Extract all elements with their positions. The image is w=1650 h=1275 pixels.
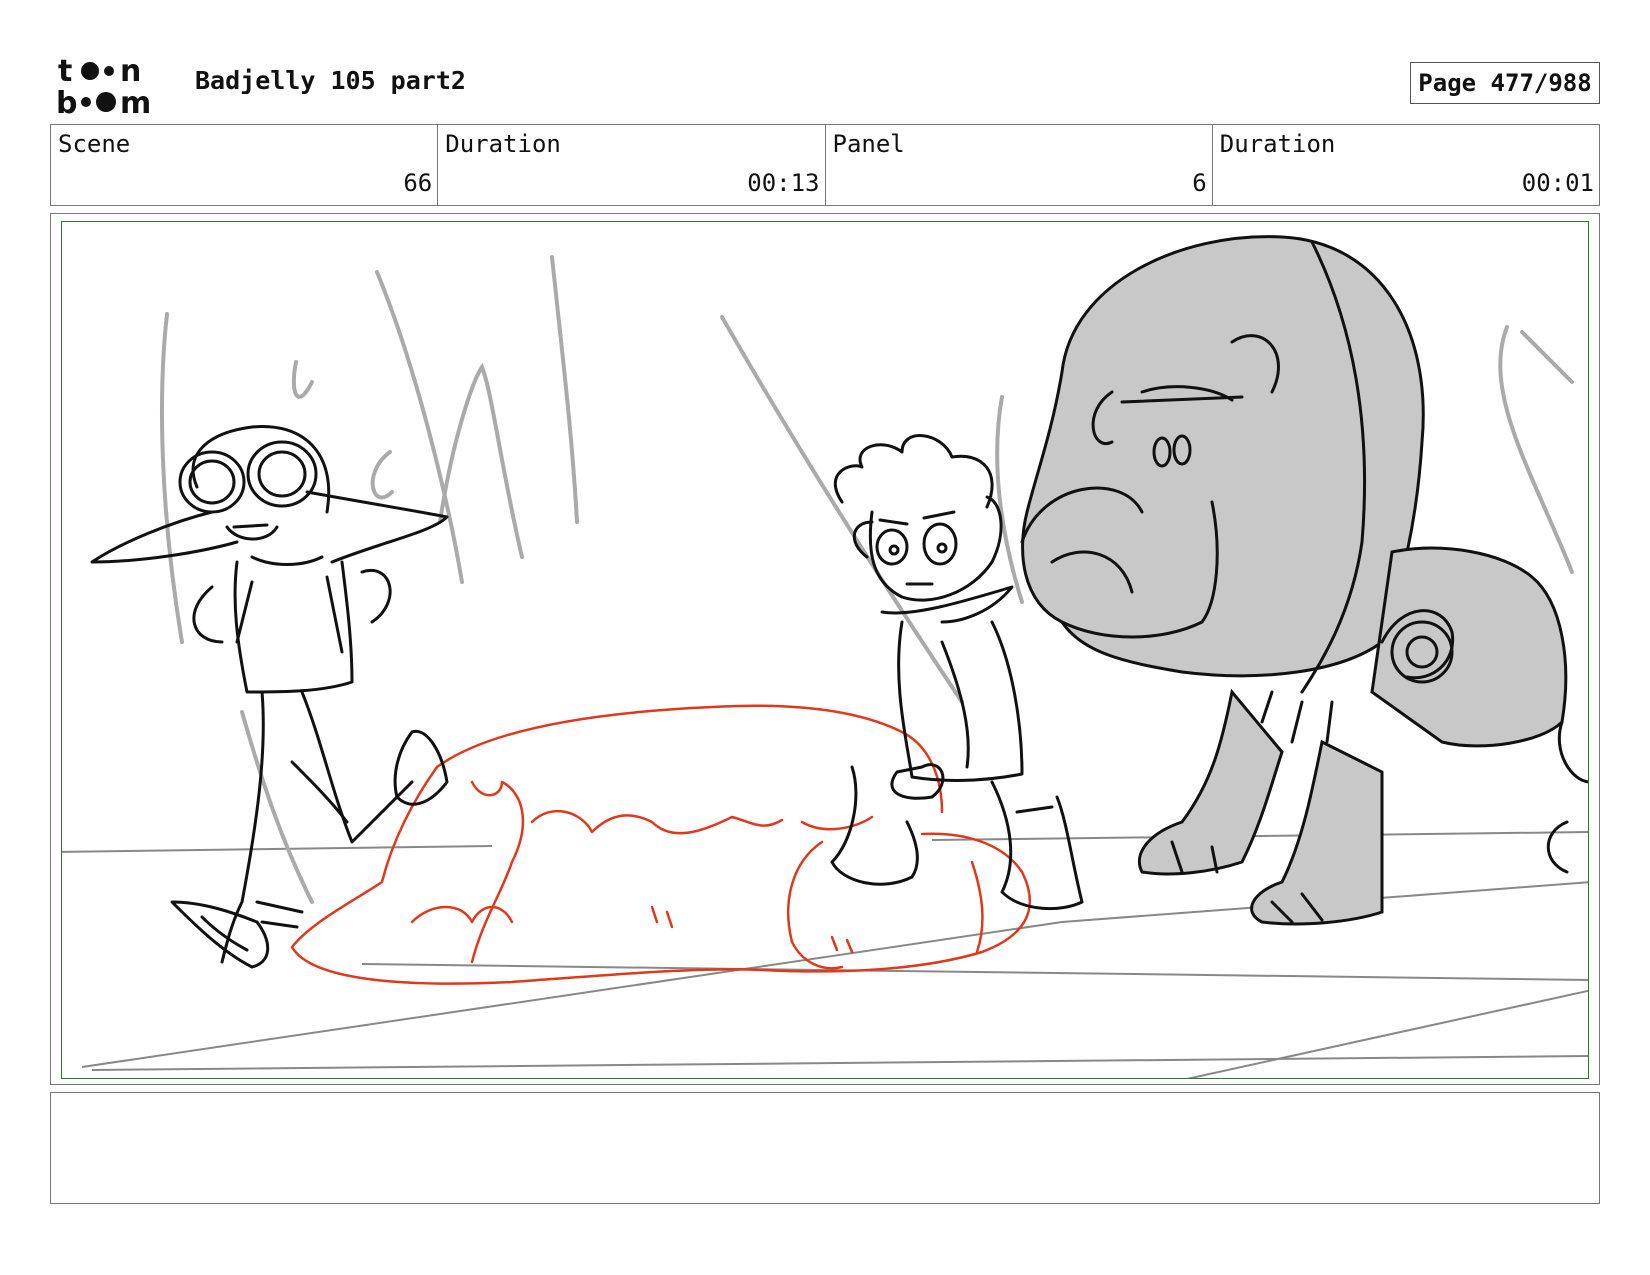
svg-text:m: m <box>120 86 151 117</box>
svg-text:b: b <box>56 86 77 117</box>
scene-duration-cell: Duration 00:13 <box>438 125 826 205</box>
panel-notes-area <box>50 1092 1600 1204</box>
scene-cell: Scene 66 <box>51 125 439 205</box>
scene-duration-value: 00:13 <box>747 169 820 197</box>
scene-label: Scene <box>58 130 131 158</box>
svg-text:t: t <box>58 55 72 89</box>
sketch-canvas <box>62 235 1588 1078</box>
info-table: Scene 66 Duration 00:13 Panel 6 Duration… <box>50 124 1600 206</box>
toon-boom-logo: t n b m <box>56 55 151 117</box>
svg-text:n: n <box>120 55 141 89</box>
panel-value: 6 <box>1192 169 1207 197</box>
page-indicator: Page 477/988 <box>1410 62 1600 104</box>
storyboard-drawing <box>61 221 1589 1079</box>
panel-duration-value: 00:01 <box>1521 169 1594 197</box>
panel-duration-cell: Duration 00:01 <box>1213 125 1599 205</box>
panel-duration-label: Duration <box>1219 130 1336 158</box>
panel-label: Panel <box>832 130 905 158</box>
panel-cell: Panel 6 <box>826 125 1213 205</box>
project-title: Badjelly 105 part2 <box>195 66 466 95</box>
scene-value: 66 <box>403 169 433 197</box>
scene-duration-label: Duration <box>445 130 561 158</box>
girl-character <box>90 424 449 969</box>
